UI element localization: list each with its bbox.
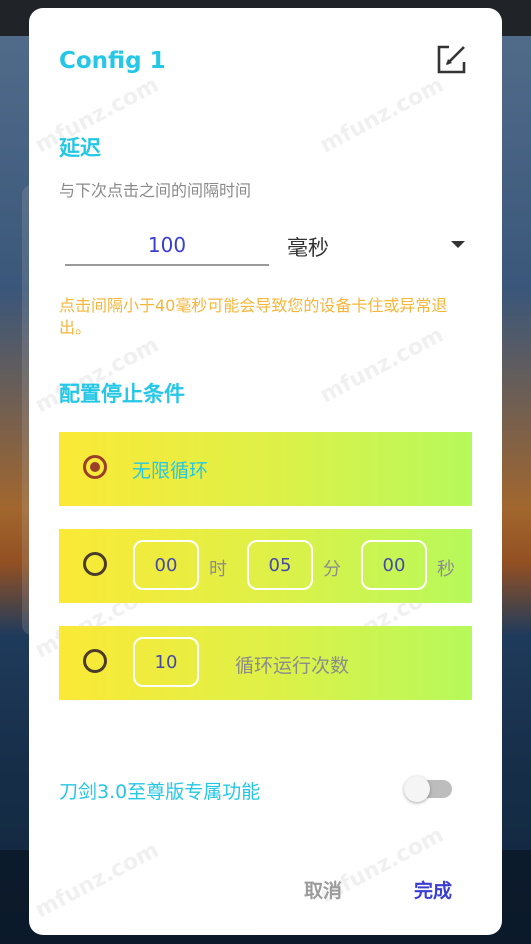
minutes-input[interactable] — [247, 540, 313, 590]
delay-unit-dropdown[interactable]: 毫秒 — [287, 228, 469, 264]
delay-subtitle: 与下次点击之间的间隔时间 — [59, 181, 252, 200]
option-duration[interactable]: 时 分 秒 — [59, 529, 472, 603]
delay-heading: 延迟 — [59, 136, 101, 160]
watermark: mfunz.com — [316, 72, 448, 159]
edit-icon[interactable] — [433, 42, 469, 78]
option-loop-count[interactable]: 循环运行次数 — [59, 626, 472, 700]
seconds-input[interactable] — [361, 540, 427, 590]
hours-input[interactable] — [133, 540, 199, 590]
stop-condition-heading: 配置停止条件 — [59, 382, 185, 406]
radio-loop-count[interactable] — [83, 649, 107, 673]
watermark: mfunz.com — [31, 837, 163, 924]
delay-value-input[interactable] — [65, 226, 269, 266]
done-button[interactable]: 完成 — [414, 876, 452, 903]
cancel-button[interactable]: 取消 — [304, 876, 342, 903]
loop-count-label: 循环运行次数 — [235, 655, 350, 677]
loop-count-input[interactable] — [133, 637, 199, 687]
radio-duration[interactable] — [83, 552, 107, 576]
toggle-thumb — [404, 776, 430, 802]
premium-feature-toggle[interactable] — [404, 775, 454, 803]
premium-feature-label: 刀剑3.0至尊版专属功能 — [59, 781, 261, 803]
delay-warning: 点击间隔小于40毫秒可能会导致您的设备卡住或异常退出。 — [59, 296, 448, 337]
option-infinite-loop[interactable]: 无限循环 — [59, 432, 472, 506]
seconds-unit: 秒 — [437, 559, 455, 580]
radio-infinite-loop[interactable] — [83, 455, 107, 479]
infinite-loop-label: 无限循环 — [132, 460, 209, 482]
minutes-unit: 分 — [323, 559, 341, 580]
caret-down-icon — [451, 241, 465, 248]
config-dialog: mfunz.com mfunz.com mfunz.com mfunz.com … — [29, 8, 502, 935]
delay-unit-label: 毫秒 — [287, 236, 329, 260]
hours-unit: 时 — [209, 559, 227, 580]
dialog-title: Config 1 — [59, 48, 166, 74]
